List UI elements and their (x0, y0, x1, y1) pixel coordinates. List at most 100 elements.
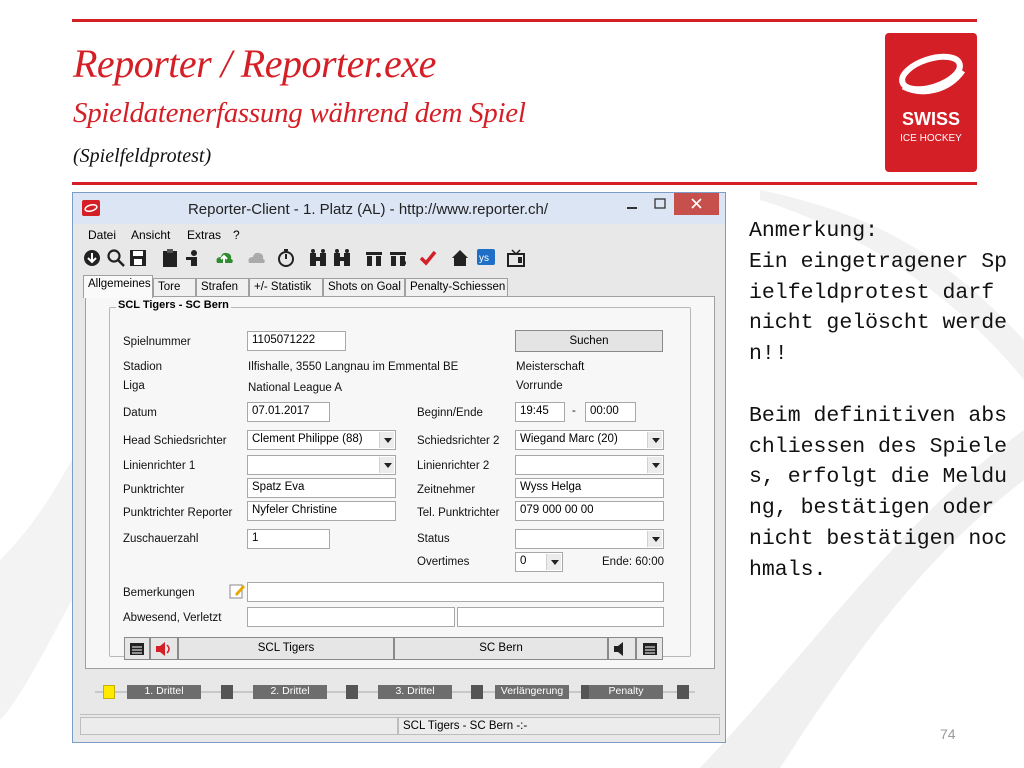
label-liga: Liga (123, 380, 145, 392)
chevron-down-icon[interactable] (647, 531, 662, 547)
chevron-down-icon[interactable] (647, 432, 662, 448)
cloud-icon[interactable] (246, 248, 266, 268)
tel-punktrichter-field[interactable]: 079 000 00 00 (515, 501, 664, 521)
team-away-icon[interactable] (332, 248, 352, 268)
zuschauerzahl-field[interactable]: 1 (247, 529, 330, 549)
period-penalty[interactable]: Penalty (589, 685, 663, 699)
chevron-down-icon[interactable] (647, 457, 662, 473)
home-team-button[interactable]: SCL Tigers (178, 637, 394, 660)
ende-info: Ende: 60:00 (602, 556, 665, 568)
tv-icon[interactable] (506, 248, 526, 268)
menu-ansicht[interactable]: Ansicht (131, 228, 170, 242)
toolbar: ys (80, 246, 720, 270)
home-icon[interactable] (450, 248, 470, 268)
label-stadion: Stadion (123, 361, 163, 373)
label-status: Status (417, 533, 450, 545)
top-rule (72, 19, 977, 22)
maximize-button[interactable] (647, 193, 673, 215)
timeline-current-marker[interactable] (103, 685, 115, 699)
overtimes-select[interactable]: 0 (515, 552, 563, 572)
group-title: SCL Tigers - SC Bern (116, 299, 231, 311)
tab-penalty-schiessen[interactable]: Penalty-Schiessen (405, 278, 508, 297)
zeitnehmer-field[interactable]: Wyss Helga (515, 478, 664, 498)
statusbar: SCL Tigers - SC Bern -:- (80, 714, 720, 736)
timeline-marker[interactable] (677, 685, 689, 699)
beginn-field[interactable]: 19:45 (515, 402, 565, 422)
lineup-away-icon[interactable] (388, 248, 408, 268)
save-icon[interactable] (128, 248, 148, 268)
menu-help[interactable]: ? (233, 228, 240, 242)
period-3-drittel[interactable]: 3. Drittel (378, 685, 452, 699)
status-select[interactable] (515, 529, 664, 549)
period-2-drittel[interactable]: 2. Drittel (253, 685, 327, 699)
schiedsrichter-2-value: Wiegand Marc (20) (520, 433, 618, 445)
upload-icon[interactable] (214, 248, 234, 268)
tab-statistik[interactable]: +/- Statistik (249, 278, 323, 297)
abwesend-home-field[interactable] (247, 607, 455, 627)
tab-tore[interactable]: Tore (153, 278, 196, 297)
spielnummer-field[interactable]: 1105071222 (247, 331, 346, 351)
horn-icon (156, 642, 170, 656)
timeline-marker[interactable] (221, 685, 233, 699)
datum-field[interactable]: 07.01.2017 (247, 402, 330, 422)
clipboard-icon[interactable] (160, 248, 180, 268)
schiedsrichter-2-select[interactable]: Wiegand Marc (20) (515, 430, 664, 450)
punktrichter-reporter-field[interactable]: Nyfeler Christine (247, 501, 396, 521)
tab-allgemeines[interactable]: Allgemeines (83, 275, 153, 298)
bemerkungen-field[interactable] (247, 582, 664, 602)
head-schiedsrichter-select[interactable]: Clement Philippe (88) (247, 430, 396, 450)
team-home-icon[interactable] (308, 248, 328, 268)
label-spielnummer: Spielnummer (123, 336, 191, 348)
linienrichter-1-select[interactable] (247, 455, 396, 475)
swiss-ice-hockey-logo: SWISS ICE HOCKEY (885, 33, 977, 172)
speaker-icon (614, 642, 623, 656)
title-rule (72, 182, 977, 185)
minimize-button[interactable] (619, 193, 645, 215)
overtimes-value: 0 (520, 555, 527, 567)
period-verlaengerung[interactable]: Verlängerung (495, 685, 569, 699)
label-zuschauerzahl: Zuschauerzahl (123, 533, 199, 545)
away-lineup-button[interactable] (636, 637, 663, 660)
head-schiedsrichter-value: Clement Philippe (88) (252, 433, 363, 445)
period-1-drittel[interactable]: 1. Drittel (127, 685, 201, 699)
search-icon[interactable] (106, 248, 126, 268)
timeline-marker[interactable] (471, 685, 483, 699)
linienrichter-2-select[interactable] (515, 455, 664, 475)
close-icon (691, 198, 702, 209)
home-lineup-button[interactable] (124, 637, 150, 660)
ende-field[interactable]: 00:00 (585, 402, 636, 422)
logo-text-ice-hockey: ICE HOCKEY (900, 133, 962, 144)
ys-icon[interactable]: ys (476, 248, 496, 268)
label-datum: Datum (123, 407, 157, 419)
chevron-down-icon[interactable] (546, 554, 561, 570)
label-tel-punktrichter: Tel. Punktrichter (417, 507, 500, 519)
menu-datei[interactable]: Datei (88, 228, 116, 242)
tab-shots-on-goal[interactable]: Shots on Goal (323, 278, 405, 297)
menu-extras[interactable]: Extras (187, 228, 221, 242)
label-punktrichter-reporter: Punktrichter Reporter (123, 507, 233, 519)
download-icon[interactable] (82, 248, 102, 268)
check-icon[interactable] (418, 248, 438, 268)
chevron-down-icon[interactable] (379, 432, 394, 448)
home-horn-button[interactable] (150, 637, 178, 660)
abwesend-away-field[interactable] (457, 607, 664, 627)
close-button[interactable] (674, 193, 719, 215)
punktrichter-field[interactable]: Spatz Eva (247, 478, 396, 498)
tab-strip: Allgemeines Tore Strafen +/- Statistik S… (80, 275, 714, 298)
window-titlebar[interactable]: Reporter-Client - 1. Platz (AL) - http:/… (73, 193, 725, 224)
timeline-marker[interactable] (346, 685, 358, 699)
chevron-down-icon[interactable] (379, 457, 394, 473)
label-schiedsrichter-2: Schiedsrichter 2 (417, 435, 500, 447)
slide-title: Reporter / Reporter.exe (73, 41, 436, 86)
suchen-button[interactable]: Suchen (515, 330, 663, 352)
lineup-home-icon[interactable] (364, 248, 384, 268)
away-team-button[interactable]: SC Bern (394, 637, 608, 660)
label-zeitnehmer: Zeitnehmer (417, 484, 476, 496)
player-icon[interactable] (184, 248, 204, 268)
tab-strafen[interactable]: Strafen (196, 278, 249, 297)
away-horn-button[interactable] (608, 637, 636, 660)
stopwatch-icon[interactable] (276, 248, 296, 268)
maximize-icon (654, 198, 666, 209)
edit-note-icon[interactable] (229, 583, 245, 599)
minimize-icon (627, 207, 637, 209)
